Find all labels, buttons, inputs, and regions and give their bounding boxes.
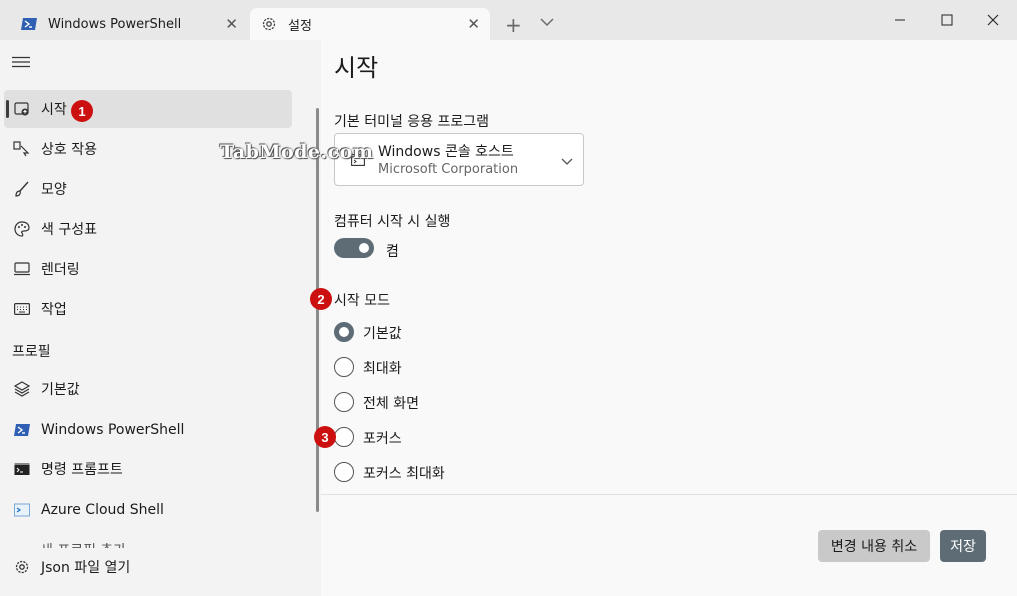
sidebar-item-profile-azure[interactable]: Azure Cloud Shell [4,491,292,529]
radio-fullscreen[interactable] [334,392,354,412]
monitor-icon [12,259,32,279]
default-terminal-label: 기본 터미널 응용 프로그램 [334,114,490,130]
cmd-icon [12,459,32,479]
tab-windows-powershell[interactable]: Windows PowerShell ✕ [10,8,248,40]
launch-on-startup-label: 컴퓨터 시작 시 실행 [334,214,451,230]
brush-icon [12,179,32,199]
sidebar-item-color-schemes[interactable]: 색 구성표 [4,210,292,248]
palette-icon [12,219,32,239]
sidebar-item-label: 기본값 [41,382,80,398]
radio-maximized[interactable] [334,357,354,377]
annotation-badge-3: 3 [314,426,336,448]
sidebar-item-label: Json 파일 열기 [41,560,131,576]
sidebar-item-label: 명령 프롬프트 [41,462,123,478]
sidebar-item-launch[interactable]: 시작 [4,90,292,128]
sidebar-item-rendering[interactable]: 렌더링 [4,250,292,288]
sidebar-scrollbar[interactable] [316,108,319,512]
sidebar-footer: Json 파일 열기 [0,548,321,596]
sidebar-item-actions[interactable]: 작업 [4,290,292,328]
powershell-icon [12,420,32,440]
sidebar-item-profile-powershell[interactable]: Windows PowerShell [4,411,292,449]
sidebar: 시작 상호 작용 모양 색 구성표 렌더링 작업 프로필 기본값 Windows… [0,40,321,596]
close-icon[interactable]: ✕ [225,15,238,33]
selection-indicator [6,100,9,118]
sidebar-item-label: Windows PowerShell [41,422,185,438]
sidebar-item-label: 색 구성표 [41,222,97,238]
page-title: 시작 [334,54,379,82]
title-bar: Windows PowerShell ✕ 설정 ✕ + [0,0,1017,40]
radio-label: 포커스 [363,431,402,447]
toggle-knob [359,243,369,253]
sidebar-item-label: 시작 [41,102,67,118]
interaction-icon [12,139,32,159]
gear-icon [260,15,278,33]
open-json-file-button[interactable]: Json 파일 열기 [4,548,292,586]
chevron-down-icon[interactable] [540,15,554,31]
layers-icon [12,379,32,399]
watermark: TabMode.com [220,141,374,163]
minimize-button[interactable] [877,0,923,40]
hamburger-menu-icon[interactable] [12,56,30,72]
radio-label: 기본값 [363,326,402,342]
tab-settings[interactable]: 설정 ✕ [250,8,490,40]
radio-label: 전체 화면 [363,396,419,412]
sidebar-item-appearance[interactable]: 모양 [4,170,292,208]
annotation-badge-2: 2 [310,288,332,310]
radio-label: 포커스 최대화 [363,466,445,482]
launch-icon [12,99,32,119]
tab-label: 설정 [288,18,312,34]
radio-maximized-focus[interactable] [334,462,354,482]
new-tab-button[interactable]: + [505,13,522,37]
discard-changes-button[interactable]: 변경 내용 취소 [818,530,930,562]
close-icon[interactable]: ✕ [467,15,480,33]
save-button[interactable]: 저장 [940,530,986,562]
sidebar-item-label: 렌더링 [41,262,80,278]
launch-mode-label: 시작 모드 [334,293,390,309]
maximize-button[interactable] [924,0,970,40]
launch-on-startup-toggle[interactable] [334,238,374,258]
sidebar-item-add-profile[interactable]: 새 프로필 추가 [40,540,126,548]
tab-label: Windows PowerShell [48,16,182,32]
sidebar-item-profile-defaults[interactable]: 기본값 [4,370,292,408]
chevron-down-icon [561,154,573,170]
footer-divider [321,494,1017,495]
close-window-button[interactable] [970,0,1016,40]
main-panel: 시작 기본 터미널 응용 프로그램 Windows 콘솔 호스트 Microso… [321,40,1017,596]
radio-focus[interactable] [334,427,354,447]
sidebar-item-profile-cmd[interactable]: 명령 프롬프트 [4,450,292,488]
sidebar-item-label: 모양 [41,182,67,198]
radio-default[interactable] [334,322,354,342]
sidebar-item-label: 작업 [41,302,67,318]
profiles-section-header: 프로필 [12,344,51,360]
gear-icon [12,557,32,577]
dropdown-subvalue: Microsoft Corporation [378,162,519,177]
sidebar-item-label: 상호 작용 [41,142,97,158]
keyboard-icon [12,299,32,319]
sidebar-item-label: Azure Cloud Shell [41,502,164,518]
azure-icon [12,500,32,520]
radio-label: 최대화 [363,361,402,377]
dropdown-value: Windows 콘솔 호스트 [378,144,514,160]
powershell-icon [20,15,38,33]
annotation-badge-1: 1 [71,100,93,122]
toggle-state-label: 켬 [386,244,399,260]
